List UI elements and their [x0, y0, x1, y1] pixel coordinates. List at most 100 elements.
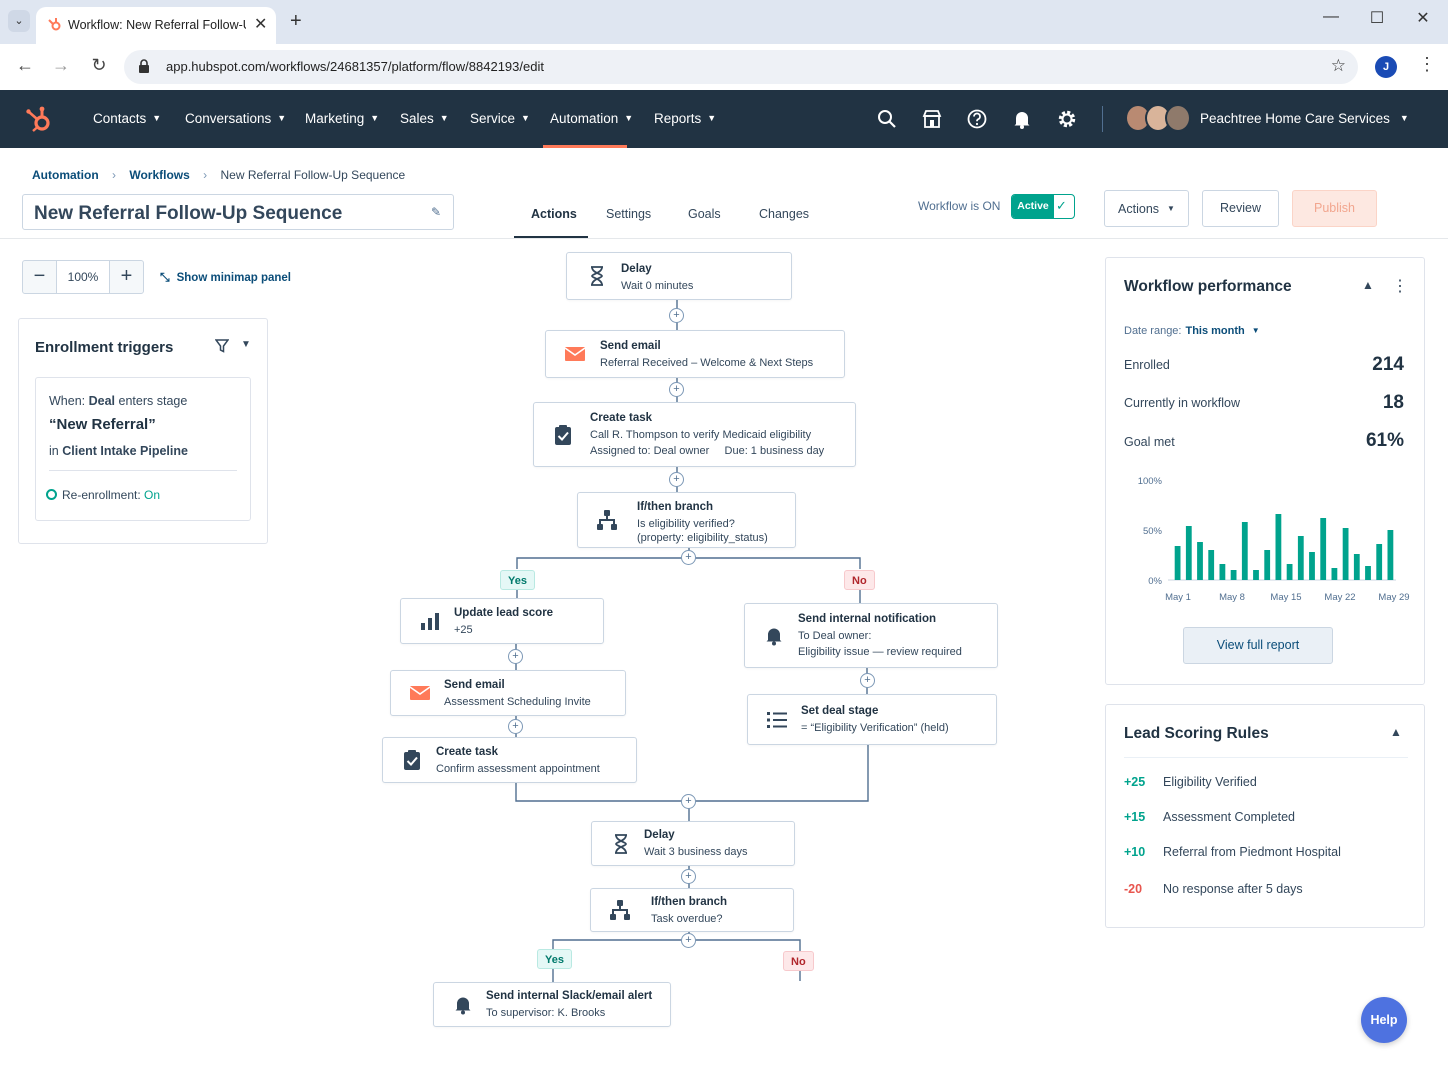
- set-deal-stage-card[interactable]: Set deal stage = “Eligibility Verificati…: [747, 694, 997, 745]
- y-tick-label: 0%: [1148, 576, 1162, 587]
- node-detail: Eligibility issue — review required: [798, 646, 962, 658]
- show-minimap-link[interactable]: ⤡ Show minimap panel: [160, 270, 291, 285]
- chevron-up-icon[interactable]: ▲: [1362, 278, 1374, 292]
- goal-met-bar-chart: 100% 50% 0%May 1 May 8 May 15 May 22 May 29: [1138, 476, 1410, 603]
- tab-actions[interactable]: Actions: [531, 207, 577, 221]
- date-range-dropdown[interactable]: This month: [1185, 325, 1244, 337]
- settings-gear-icon[interactable]: [1056, 108, 1078, 130]
- delay-action-card[interactable]: Delay Wait 3 business days: [591, 821, 795, 866]
- actions-dropdown-button[interactable]: Actions ▼: [1104, 190, 1189, 227]
- back-icon[interactable]: ←: [13, 55, 37, 76]
- if-then-branch-card[interactable]: If/then branch Is eligibility verified? …: [577, 492, 796, 548]
- forward-icon[interactable]: →: [49, 55, 73, 76]
- publish-button[interactable]: Publish: [1292, 190, 1377, 227]
- tab-goals[interactable]: Goals: [688, 207, 721, 221]
- nav-service[interactable]: Service ▼: [470, 111, 530, 126]
- node-title: Create task: [436, 746, 499, 758]
- tab-close-icon[interactable]: ✕: [254, 14, 267, 34]
- add-action-button[interactable]: +: [681, 794, 696, 809]
- metric-label: Currently in workflow: [1124, 396, 1241, 410]
- account-menu[interactable]: Peachtree Home Care Services ▼: [1200, 111, 1409, 126]
- nav-conversations[interactable]: Conversations ▼: [185, 111, 286, 126]
- maximize-icon[interactable]: ☐: [1362, 8, 1392, 28]
- marketplace-icon[interactable]: [921, 108, 943, 130]
- chart-bar: [1253, 570, 1259, 580]
- if-then-branch-card[interactable]: If/then branch Task overdue?: [590, 888, 794, 932]
- add-action-button[interactable]: +: [508, 719, 523, 734]
- reload-icon[interactable]: ↻: [87, 55, 111, 76]
- view-full-report-button[interactable]: View full report: [1183, 627, 1333, 664]
- notifications-bell-icon[interactable]: [1011, 108, 1033, 130]
- rule-label: No response after 5 days: [1163, 882, 1303, 896]
- chevron-down-icon: ▼: [277, 113, 287, 123]
- metric-label: Enrolled: [1124, 358, 1170, 372]
- add-action-button[interactable]: +: [669, 382, 684, 397]
- url-field[interactable]: app.hubspot.com/workflows/24681357/platf…: [124, 50, 1358, 84]
- help-icon[interactable]: [966, 108, 988, 130]
- pencil-edit-icon[interactable]: ✎: [431, 205, 441, 219]
- workflow-name-field[interactable]: New Referral Follow-Up Sequence ✎: [22, 194, 454, 230]
- team-avatars[interactable]: [1125, 104, 1191, 134]
- profile-avatar[interactable]: J: [1375, 56, 1397, 78]
- branch-icon: [610, 900, 630, 920]
- minimize-icon[interactable]: —: [1316, 8, 1346, 26]
- workflow-active-toggle[interactable]: Active ✓: [1011, 194, 1075, 219]
- node-title: Delay: [644, 829, 675, 841]
- add-action-button[interactable]: +: [508, 649, 523, 664]
- enrollment-trigger-card[interactable]: When: Deal enters stage “New Referral” i…: [35, 377, 251, 521]
- tab-changes[interactable]: Changes: [759, 207, 809, 221]
- chart-bar: [1174, 546, 1181, 580]
- node-title: Send internal Slack/email alert: [486, 990, 653, 1002]
- tab-settings[interactable]: Settings: [606, 207, 651, 221]
- chevron-down-icon[interactable]: ▼: [1252, 326, 1260, 335]
- add-action-button[interactable]: +: [681, 550, 696, 565]
- help-button[interactable]: Help: [1361, 997, 1407, 1043]
- send-email-action-card[interactable]: Send email Assessment Scheduling Invite: [390, 670, 626, 716]
- send-slack-alert-card[interactable]: Send internal Slack/email alert To super…: [433, 982, 671, 1027]
- add-action-button[interactable]: +: [669, 472, 684, 487]
- header-divider: [0, 238, 1448, 239]
- nav-marketing[interactable]: Marketing ▼: [305, 111, 379, 126]
- breadcrumb-workflows[interactable]: Workflows: [129, 168, 189, 182]
- chevron-down-icon[interactable]: ▼: [241, 339, 251, 350]
- workflow-performance-panel: Workflow performance ▲ ⋮ Date range: This…: [1105, 257, 1425, 685]
- rule-label: Eligibility Verified: [1163, 775, 1257, 789]
- tab-search-button[interactable]: ⌄: [8, 10, 30, 32]
- nav-sales[interactable]: Sales ▼: [400, 111, 449, 126]
- hubspot-logo-icon[interactable]: [24, 104, 54, 134]
- node-title: Delay: [621, 263, 652, 275]
- nav-automation[interactable]: Automation ▼: [550, 111, 633, 126]
- create-task-action-card[interactable]: Create task Confirm assessment appointme…: [382, 737, 637, 783]
- chart-bar: [1387, 530, 1394, 580]
- add-action-button[interactable]: +: [860, 673, 875, 688]
- metric-value: 214: [1372, 354, 1404, 375]
- update-lead-score-card[interactable]: Update lead score +25: [400, 598, 604, 644]
- add-action-button[interactable]: +: [681, 869, 696, 884]
- nav-contacts[interactable]: Contacts ▼: [93, 111, 161, 126]
- more-options-icon[interactable]: ⋮: [1392, 276, 1408, 296]
- browser-menu-icon[interactable]: ⋮: [1418, 54, 1436, 75]
- send-email-action-card[interactable]: Send email Referral Received – Welcome &…: [545, 330, 845, 378]
- send-internal-notification-card[interactable]: Send internal notification To Deal owner…: [744, 603, 998, 668]
- zoom-in-button[interactable]: +: [109, 261, 143, 293]
- search-icon[interactable]: [876, 108, 898, 130]
- chevron-up-icon[interactable]: ▲: [1390, 725, 1402, 739]
- browser-tab[interactable]: Workflow: New Referral Follow-Up ✕: [36, 7, 276, 44]
- bookmark-star-icon[interactable]: ☆: [1331, 56, 1346, 76]
- window-close-icon[interactable]: ✕: [1408, 8, 1438, 28]
- review-button[interactable]: Review: [1202, 190, 1279, 227]
- rule-label: Assessment Completed: [1163, 810, 1296, 824]
- nav-reports[interactable]: Reports ▼: [654, 111, 716, 126]
- node-detail: Assessment Scheduling Invite: [444, 696, 591, 708]
- node-title: If/then branch: [637, 501, 714, 513]
- chevron-down-icon: ▼: [1399, 113, 1409, 123]
- zoom-out-button[interactable]: −: [23, 261, 57, 293]
- add-action-button[interactable]: +: [681, 933, 696, 948]
- create-task-action-card[interactable]: Create task Call R. Thompson to verify M…: [533, 402, 856, 467]
- node-detail: +25: [454, 624, 473, 636]
- filter-icon[interactable]: [215, 339, 229, 353]
- new-tab-icon[interactable]: +: [290, 10, 302, 33]
- add-action-button[interactable]: +: [669, 308, 684, 323]
- delay-action-card[interactable]: Delay Wait 0 minutes: [566, 252, 792, 300]
- breadcrumb-automation[interactable]: Automation: [32, 168, 99, 182]
